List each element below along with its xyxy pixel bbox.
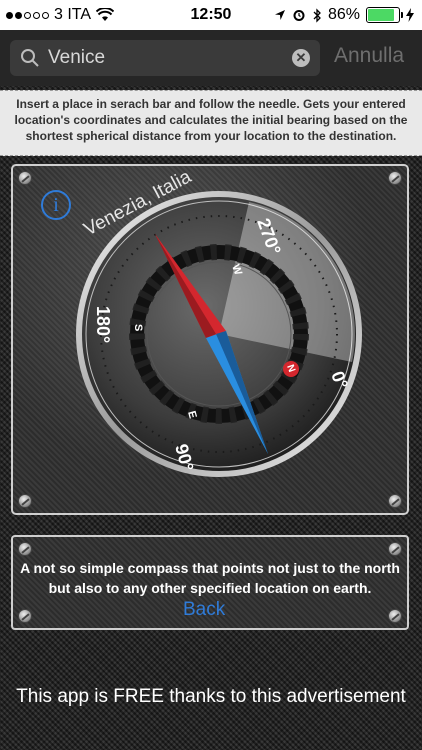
- about-panel: A not so simple compass that points not …: [11, 535, 409, 630]
- search-icon: [21, 49, 39, 67]
- battery-icon: [366, 7, 403, 23]
- clear-search-icon[interactable]: ✕: [292, 49, 310, 67]
- advertisement-banner[interactable]: This app is FREE thanks to this advertis…: [0, 686, 422, 708]
- status-bar: 3 ITA 12:50 86%: [0, 0, 422, 30]
- search-input[interactable]: [48, 45, 288, 71]
- bluetooth-icon: [313, 7, 321, 23]
- search-field[interactable]: ✕: [10, 40, 320, 76]
- charging-bolt-icon: [406, 8, 414, 22]
- info-icon[interactable]: i: [41, 190, 71, 220]
- battery-percent: 86%: [327, 6, 360, 23]
- degree-label-180: 180°: [93, 306, 113, 343]
- screw-icon: [388, 542, 402, 556]
- alarm-icon: [293, 10, 305, 21]
- screw-icon: [388, 609, 402, 623]
- about-description: A not so simple compass that points not …: [20, 560, 400, 596]
- cardinal-s: S: [132, 324, 144, 331]
- screw-icon: [18, 542, 32, 556]
- location-arrow-icon: [274, 10, 285, 20]
- status-right: 86%: [274, 6, 414, 24]
- compass-panel: 270° 180° 90° 0° W S E N Venezia, Italia…: [11, 164, 409, 515]
- search-bar: ✕ Annulla: [0, 30, 422, 86]
- compass-dial: 270° 180° 90° 0° W S E N Venezia, Italia: [76, 166, 362, 477]
- battery-level-fill: [368, 9, 394, 21]
- cancel-button[interactable]: Annulla: [334, 44, 404, 68]
- back-button[interactable]: Back: [183, 599, 225, 621]
- instructions-banner: Insert a place in serach bar and follow …: [0, 90, 422, 156]
- screw-icon: [18, 609, 32, 623]
